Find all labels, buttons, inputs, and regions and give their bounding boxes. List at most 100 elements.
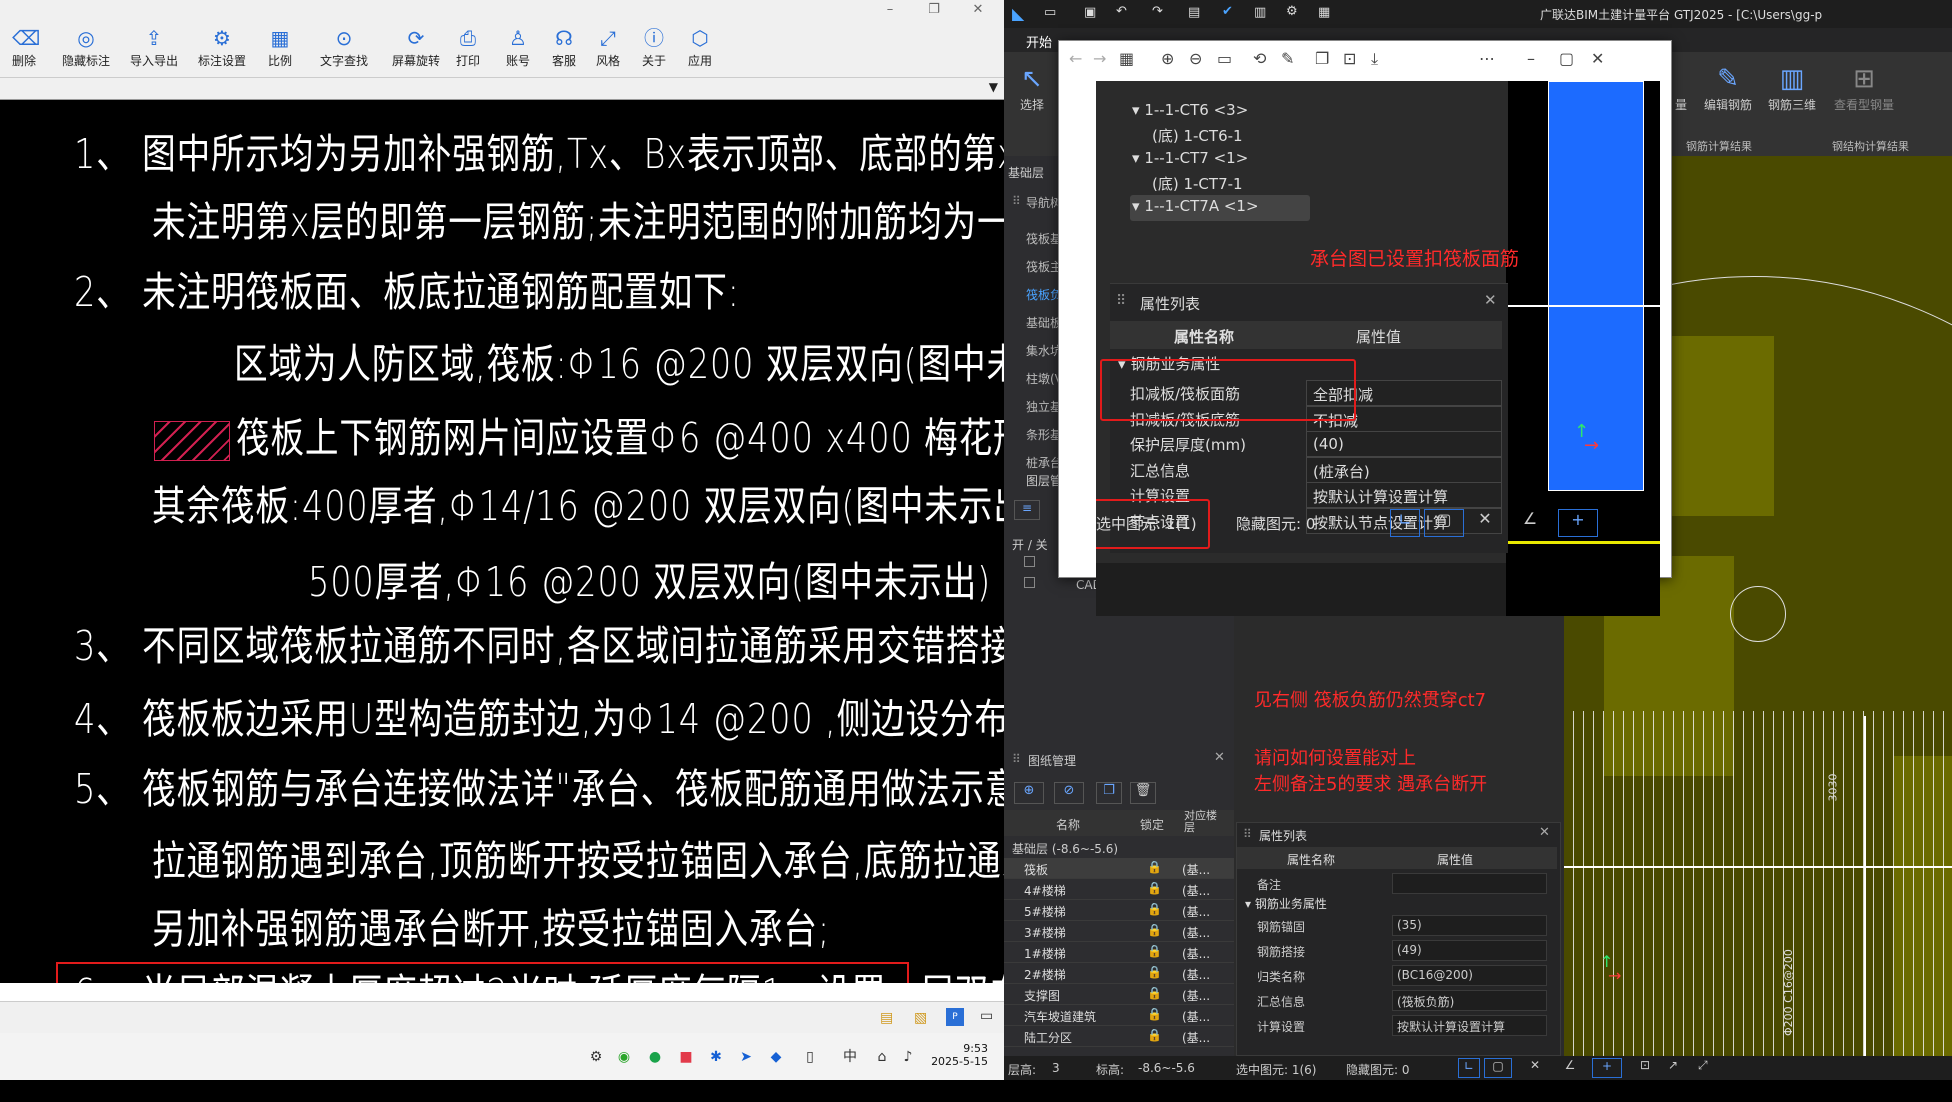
tree-node[interactable]: ▾ 1--1-CT6 <3> [1132, 101, 1248, 119]
snap-toggle-icon[interactable]: ▢ [1484, 1058, 1512, 1078]
lock-icon[interactable]: 🔒 [1147, 1028, 1162, 1042]
table-row[interactable]: 支撑图 🔒 (基... [1004, 984, 1234, 1005]
keyboard-icon[interactable]: ▦ [1318, 5, 1330, 20]
close-icon[interactable]: ✕ [1484, 291, 1497, 309]
crop-icon[interactable]: ⊡ [1343, 49, 1356, 68]
add-drawing-icon[interactable]: ⊕ [1014, 782, 1044, 804]
popup-close-icon[interactable]: ✕ [1591, 49, 1604, 68]
prop-value[interactable]: (35) [1392, 915, 1547, 936]
lock-icon[interactable]: 🔒 [1147, 1007, 1162, 1021]
toolbar-button-4[interactable]: ▦ 比例 [268, 26, 292, 76]
maximize-button[interactable]: ❐ [912, 0, 956, 22]
layer-checkbox-2[interactable] [1024, 577, 1035, 588]
prop-row[interactable]: 归类名称 (BC16@200) [1237, 963, 1557, 988]
copy-icon[interactable]: ❐ [1315, 49, 1329, 68]
prop-value[interactable]: 按默认计算设置计算 [1392, 1015, 1547, 1036]
dynamic-input-icon[interactable]: + [1558, 509, 1598, 537]
table-row[interactable]: 汽车坡道建筑 🔒 (基... [1004, 1005, 1234, 1026]
ortho-toggle-icon[interactable]: ∟ [1458, 1058, 1480, 1078]
network-icon[interactable]: ⚙ [586, 1047, 606, 1067]
toolbar-button-7[interactable]: ⎙ 打印 [456, 26, 480, 76]
cross-icon[interactable]: ✕ [1470, 509, 1500, 537]
more-icon[interactable]: ⋯ [1479, 49, 1495, 68]
dynamic-input-icon[interactable]: + [1592, 1058, 1622, 1078]
settings-icon[interactable]: ⚙ [1286, 4, 1298, 19]
table-row[interactable]: 4#楼梯 🔒 (基... [1004, 879, 1234, 900]
nav-item[interactable]: 独立基 [1026, 398, 1062, 415]
app-green-icon[interactable]: ● [645, 1047, 665, 1067]
cad-icon[interactable]: ▤ [1188, 5, 1200, 20]
close-icon[interactable]: ✕ [1539, 825, 1550, 840]
fit-icon[interactable]: ▭ [1217, 49, 1232, 68]
ime-indicator[interactable]: 中 [840, 1047, 860, 1067]
prop-value[interactable]: (BC16@200) [1392, 965, 1547, 986]
volume-icon[interactable]: ♪ [898, 1047, 918, 1067]
close-button[interactable]: ✕ [956, 0, 1000, 22]
nav-item[interactable]: 基础板 [1026, 314, 1062, 331]
angle-icon[interactable]: ∠ [1556, 1058, 1584, 1078]
angle-icon[interactable]: ∠ [1510, 509, 1550, 537]
layer-checkbox-1[interactable] [1024, 556, 1035, 567]
nav-item[interactable]: 筏板基 [1026, 230, 1062, 247]
save-icon[interactable]: ▣ [1084, 5, 1096, 20]
window-icon[interactable]: ▭ [980, 1008, 993, 1024]
toolbar-button-9[interactable]: ☊ 客服 [552, 26, 576, 76]
prop-row[interactable]: 备注 [1237, 871, 1557, 896]
collapse-arrow-icon[interactable]: ▼ [989, 80, 998, 94]
viewer-scrollbar[interactable] [0, 983, 1004, 1001]
floor-selector[interactable]: 基础层 [1008, 164, 1044, 181]
fullscreen-icon[interactable]: ⤢ [1698, 1058, 1708, 1073]
toolbar-button-3[interactable]: ⚙ 标注设置 [198, 26, 246, 76]
undo-icon[interactable]: ↶ [1116, 4, 1127, 19]
toolbar-button-0[interactable]: ⌫ 删除 [12, 26, 40, 76]
prop-group[interactable]: ▾ 钢筋业务属性 [1245, 895, 1327, 912]
tree-node[interactable]: (底) 1-CT6-1 [1152, 125, 1243, 146]
open-folder-icon[interactable]: ▧ [914, 1010, 927, 1026]
tree-node[interactable]: ▾ 1--1-CT7 <1> [1132, 149, 1248, 167]
wechat-icon[interactable]: ◉ [614, 1047, 634, 1067]
wifi-icon[interactable]: ⌂ [872, 1047, 892, 1067]
table-row[interactable]: 2#楼梯 🔒 (基... [1004, 963, 1234, 984]
bluetooth-icon[interactable]: ✱ [706, 1047, 726, 1067]
table-row[interactable]: 1#楼梯 🔒 (基... [1004, 942, 1234, 963]
report-icon[interactable]: ▥ [1254, 5, 1266, 20]
prop-row[interactable]: 钢筋锚固 (35) [1237, 913, 1557, 938]
lock-icon[interactable]: 🔒 [1147, 860, 1162, 874]
feishu-icon[interactable]: ➤ [736, 1047, 756, 1067]
zoom-out-icon[interactable]: ⊖ [1189, 49, 1202, 68]
usb-icon[interactable]: ▯ [800, 1047, 820, 1067]
popup-maximize-icon[interactable]: ▢ [1559, 49, 1574, 68]
copy-drawing-icon[interactable]: ❐ [1096, 782, 1122, 804]
drag-handle-icon[interactable]: ⠿ [1012, 752, 1021, 766]
minimize-button[interactable]: – [868, 0, 912, 22]
nav-item[interactable]: 集水坑 [1026, 342, 1062, 359]
curve-icon[interactable]: ↗ [1668, 1058, 1678, 1072]
drag-handle-icon[interactable]: ⠿ [1116, 293, 1126, 309]
zoom-in-icon[interactable]: ⊕ [1161, 49, 1174, 68]
screenshot-icon[interactable]: ⊡ [1640, 1058, 1650, 1072]
split-drawing-icon[interactable]: ⊘ [1054, 782, 1084, 804]
tree-node[interactable]: ▾ 1--1-CT7A <1> [1132, 197, 1259, 215]
toolbar-button-11[interactable]: ⓘ 关于 [642, 26, 666, 76]
select-button[interactable]: ↖ 选择 [1012, 62, 1052, 113]
prop-row[interactable]: 钢筋搭接 (49) [1237, 938, 1557, 963]
table-row[interactable]: 5#楼梯 🔒 (基... [1004, 900, 1234, 921]
edit-icon[interactable]: ✎ [1281, 49, 1294, 68]
toolbar-button-2[interactable]: ⇪ 导入导出 [130, 26, 178, 76]
nav-item[interactable]: 筏板负 [1026, 286, 1062, 303]
prop-row[interactable]: 汇总信息 (筏板负筋) [1237, 988, 1557, 1013]
cross-icon[interactable]: ✕ [1524, 1058, 1546, 1078]
lock-icon[interactable]: 🔒 [1147, 923, 1162, 937]
nav-item[interactable]: 条形基 [1026, 426, 1062, 443]
ortho-toggle-icon[interactable]: ∟ [1390, 509, 1420, 537]
lock-icon[interactable]: 🔒 [1147, 902, 1162, 916]
lock-icon[interactable]: 🔒 [1147, 986, 1162, 1000]
redo-icon[interactable]: ↷ [1152, 4, 1163, 19]
prop-row[interactable]: 计算设置 按默认计算设置计算 [1237, 1013, 1557, 1038]
drag-handle-icon[interactable]: ⠿ [1243, 827, 1252, 841]
open-icon[interactable]: ▭ [1044, 5, 1056, 20]
layout-icon[interactable]: P [946, 1008, 964, 1026]
tab-start[interactable]: 开始 [1026, 32, 1052, 51]
table-row[interactable]: 筏板 🔒 (基... [1004, 858, 1234, 879]
toolbar-button-8[interactable]: ♙ 账号 [506, 26, 530, 76]
